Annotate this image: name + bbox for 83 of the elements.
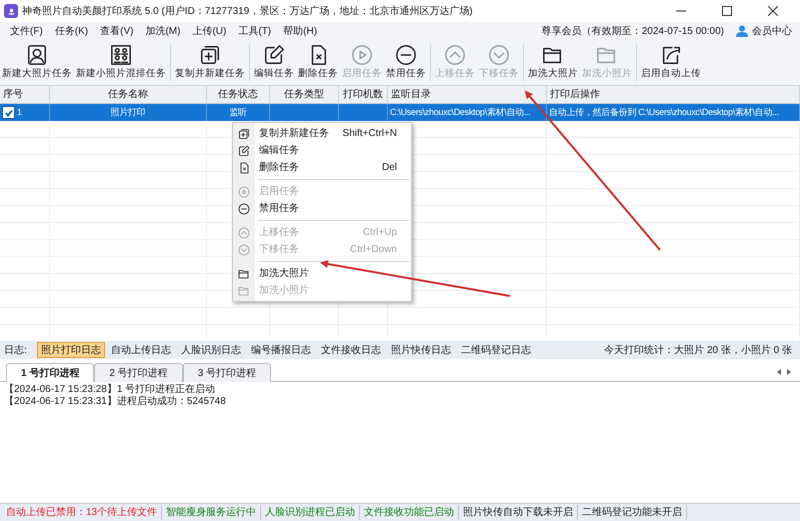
toolbar-button[interactable]: 复制并新建任务: [173, 40, 247, 85]
column-header[interactable]: 打印后操作: [547, 86, 800, 103]
member-center-link[interactable]: 会员中心: [752, 24, 792, 38]
folder-icon: [238, 284, 250, 296]
play-icon: [351, 44, 373, 66]
toolbar-button[interactable]: 删除任务: [296, 40, 340, 85]
minus-icon: [238, 202, 250, 214]
status-text: 智能瘦身服务运行中: [162, 505, 262, 520]
table-cell-text: 监听: [229, 106, 247, 119]
status-text: 人脸识别进程已启动: [261, 505, 360, 520]
close-icon: [768, 6, 778, 16]
shortcut-text: Ctrl+Down: [350, 243, 397, 257]
toolbar-button[interactable]: 新建小照片混排任务: [74, 40, 168, 85]
log-line: 【2024-06-17 15:23:28】1 号打印进程正在启动: [4, 384, 216, 396]
checkbox[interactable]: [2, 106, 15, 119]
status-text: 自动上传已禁用：13个待上传文件: [2, 505, 162, 520]
person-icon: [26, 44, 48, 66]
column-header[interactable]: 打印机数: [339, 86, 388, 103]
window-title: 神奇照片自动美颜打印系统 5.0 (用户ID：71277319，景区：万达广场，地址：北京市通州区万达广场): [22, 4, 473, 18]
maximize-icon: [722, 6, 732, 16]
chevron-down-icon: [238, 244, 250, 256]
menu-item[interactable]: 任务(K): [48, 24, 94, 38]
menu-item[interactable]: 加洗(M): [139, 24, 186, 38]
toolbar-button[interactable]: 编辑任务: [252, 40, 296, 85]
log-tab[interactable]: 照片打印日志: [36, 342, 105, 358]
menu-item[interactable]: 编辑任务: [233, 142, 411, 159]
status-text: 照片快传自动下载未开启: [459, 505, 578, 520]
minus-icon: [395, 44, 417, 66]
menu-item[interactable]: 删除任务 Del: [233, 159, 411, 176]
print-stats: 今天打印统计：大照片 20 张，小照片 0 张: [604, 344, 792, 358]
table-cell-text: 自动上传，然后备份到 C:\Users\zhouxc\Desktop\素材\自动...: [549, 106, 779, 119]
check-icon: [4, 108, 14, 118]
toolbar-button[interactable]: 新建大照片任务: [0, 40, 74, 85]
status-text: 二维码登记功能未开启: [578, 505, 688, 520]
menu-item[interactable]: 查看(V): [94, 24, 140, 38]
chevron-down-icon: [488, 44, 510, 66]
copy-icon: [238, 128, 250, 140]
play-icon: [238, 186, 250, 198]
table-row[interactable]: 1 照片打印 监听 C:\Users\zhouxc\Desktop\素材\自动... 自动上传，然后备份到 C:\Users\zhouxc\Desktop\素材\自动...: [0, 104, 800, 121]
user-icon: [736, 25, 748, 37]
log-tab[interactable]: 自动上传日志: [106, 342, 175, 358]
menu-item[interactable]: 上传(U): [186, 24, 232, 38]
membership-info: 尊享会员（有效期至：2024-07-15 00:00): [542, 24, 724, 38]
log-tab[interactable]: 二维码登记日志: [456, 342, 535, 358]
log-tab[interactable]: 文件接收日志: [316, 342, 385, 358]
copy-icon: [199, 44, 221, 66]
menu-item[interactable]: 文件(F): [4, 24, 49, 38]
column-header[interactable]: 任务状态: [207, 86, 270, 103]
menu-item[interactable]: 工具(T): [232, 24, 278, 38]
log-tab[interactable]: 编号播报日志: [246, 342, 315, 358]
log-line: 【2024-06-17 15:23:31】进程启动成功：5245748: [4, 396, 227, 408]
group-photo-icon: [110, 44, 132, 66]
menu-item[interactable]: 加洗大照片: [233, 265, 411, 282]
table-cell-text: 1: [17, 106, 22, 119]
toolbar-button[interactable]: 禁用任务: [384, 40, 428, 85]
toolbar-button[interactable]: 加洗大照片: [526, 40, 580, 85]
menu-item[interactable]: 复制并新建任务 Shift+Ctrl+N: [233, 125, 411, 142]
column-header[interactable]: 任务类型: [270, 86, 339, 103]
shortcut-text: Shift+Ctrl+N: [342, 127, 397, 141]
delete-icon: [238, 162, 250, 174]
folder-icon: [238, 268, 250, 280]
column-header[interactable]: 序号: [0, 86, 50, 103]
log-tab[interactable]: 人脸识别日志: [176, 342, 245, 358]
status-text: 文件接收功能已启动: [360, 505, 460, 520]
pencil-icon: [263, 44, 285, 66]
shortcut-text: Del: [382, 161, 397, 175]
chevron-up-icon: [444, 44, 466, 66]
pencil-icon: [238, 144, 250, 156]
chevron-up-icon: [238, 226, 250, 238]
table-cell-text: C:\Users\zhouxc\Desktop\素材\自动...: [390, 106, 530, 119]
table-cell-text: 照片打印: [110, 106, 146, 119]
column-header[interactable]: 监听目录: [388, 86, 547, 103]
menu-item[interactable]: 禁用任务: [233, 200, 411, 217]
process-tab[interactable]: 2 号打印进程: [94, 363, 183, 382]
toolbar-button[interactable]: 启用自动上传: [639, 40, 703, 85]
process-tab[interactable]: 3 号打印进程: [182, 363, 272, 382]
app-logo-icon: [4, 4, 18, 18]
menu-item[interactable]: 帮助(H): [277, 24, 324, 38]
log-tab[interactable]: 照片快传日志: [386, 342, 455, 358]
process-tab[interactable]: 1 号打印进程: [6, 363, 94, 382]
shortcut-text: Ctrl+Up: [362, 226, 397, 240]
log-label: 日志:: [4, 344, 27, 358]
column-header[interactable]: 任务名称: [50, 86, 207, 103]
